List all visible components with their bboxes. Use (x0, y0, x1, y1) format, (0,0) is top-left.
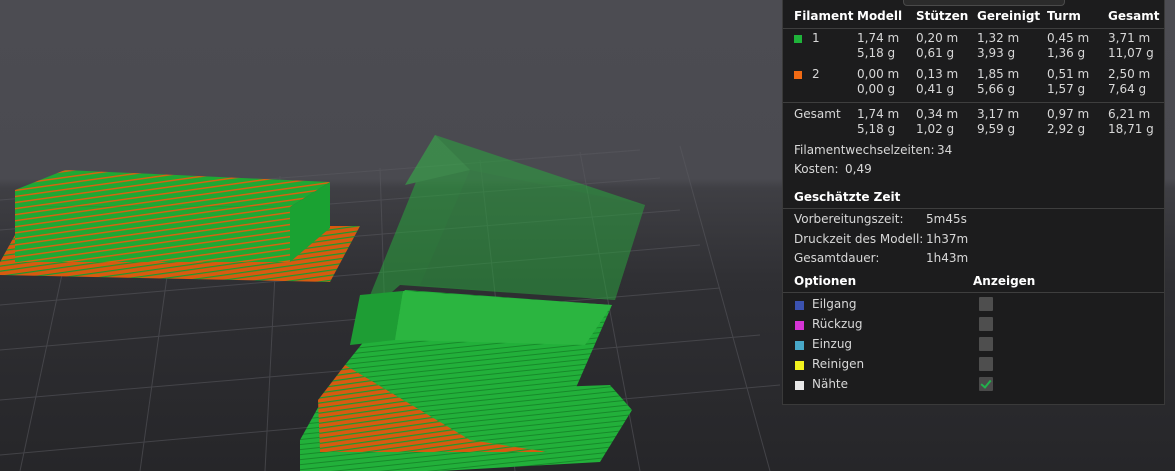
seams-color-swatch (795, 381, 804, 390)
print-time-value: 1h37m (926, 232, 969, 246)
unretract-color-swatch (795, 341, 804, 350)
cell: 6,21 m (1108, 107, 1151, 121)
show-header: Anzeigen (973, 274, 1036, 288)
cell: 0,00 g (857, 82, 896, 96)
total-time-value: 1h43m (926, 251, 969, 265)
filament-changes-value: 34 (937, 143, 953, 157)
cell: 0,00 m (857, 67, 900, 81)
divider (783, 292, 1164, 293)
total-label: Gesamt (794, 107, 841, 121)
cell: 1,36 g (1047, 46, 1086, 60)
gcode-statistics-panel: Filament Modell Stützen Gereinigt Turm G… (782, 0, 1165, 405)
cell: 0,45 m (1047, 31, 1090, 45)
header-total: Gesamt (1108, 9, 1160, 23)
cell: 0,97 m (1047, 107, 1090, 121)
cell: 3,17 m (977, 107, 1020, 121)
option-unretract-label: Einzug (812, 337, 853, 351)
cell: 3,93 g (977, 46, 1016, 60)
wipe-color-swatch (795, 361, 804, 370)
divider (783, 28, 1164, 29)
cell: 2,92 g (1047, 122, 1086, 136)
cell: 1,02 g (916, 122, 955, 136)
option-unretract-checkbox[interactable] (979, 337, 993, 351)
cell: 1,74 m (857, 107, 900, 121)
filament-1-id: 1 (812, 31, 820, 45)
estimated-time-heading: Geschätzte Zeit (794, 190, 901, 204)
option-travel-checkbox[interactable] (979, 297, 993, 311)
divider (783, 102, 1164, 103)
prep-time-value: 5m45s (926, 212, 967, 226)
cost-value: 0,49 (845, 162, 872, 176)
header-flushed: Gereinigt (977, 9, 1041, 23)
cell: 2,50 m (1108, 67, 1151, 81)
filament-changes-label: Filamentwechselzeiten: (794, 143, 935, 157)
header-supports: Stützen (916, 9, 969, 23)
travel-color-swatch (795, 301, 804, 310)
cell: 5,18 g (857, 122, 896, 136)
cell: 5,18 g (857, 46, 896, 60)
model-left (0, 170, 360, 282)
divider (783, 208, 1164, 209)
cell: 18,71 g (1108, 122, 1154, 136)
cell: 0,34 m (916, 107, 959, 121)
cell: 9,59 g (977, 122, 1016, 136)
cell: 0,13 m (916, 67, 959, 81)
option-travel-label: Eilgang (812, 297, 857, 311)
print-time-label: Druckzeit des Modell: (794, 232, 924, 246)
cell: 0,51 m (1047, 67, 1090, 81)
header-tower: Turm (1047, 9, 1081, 23)
option-seams-label: Nähte (812, 377, 849, 391)
option-retract-label: Rückzug (812, 317, 863, 331)
cell: 3,71 m (1108, 31, 1151, 45)
retract-color-swatch (795, 321, 804, 330)
panel-tab-handle[interactable] (903, 0, 1065, 6)
cell: 11,07 g (1108, 46, 1154, 60)
filament-1-swatch (794, 35, 802, 43)
cell: 0,20 m (916, 31, 959, 45)
cost-label: Kosten: (794, 162, 839, 176)
cell: 0,41 g (916, 82, 955, 96)
options-header: Optionen (794, 274, 857, 288)
option-wipe-checkbox[interactable] (979, 357, 993, 371)
cell: 1,32 m (977, 31, 1020, 45)
option-seams-checkbox[interactable] (979, 377, 993, 391)
model-right (300, 290, 632, 471)
cell: 1,85 m (977, 67, 1020, 81)
option-retract-checkbox[interactable] (979, 317, 993, 331)
option-wipe-label: Reinigen (812, 357, 865, 371)
cell: 5,66 g (977, 82, 1016, 96)
cell: 1,74 m (857, 31, 900, 45)
filament-2-id: 2 (812, 67, 820, 81)
cell: 7,64 g (1108, 82, 1147, 96)
header-filament: Filament (794, 9, 854, 23)
cell: 1,57 g (1047, 82, 1086, 96)
filament-2-swatch (794, 71, 802, 79)
header-model: Modell (857, 9, 903, 23)
prep-time-label: Vorbereitungszeit: (794, 212, 904, 226)
total-time-label: Gesamtdauer: (794, 251, 880, 265)
cell: 0,61 g (916, 46, 955, 60)
